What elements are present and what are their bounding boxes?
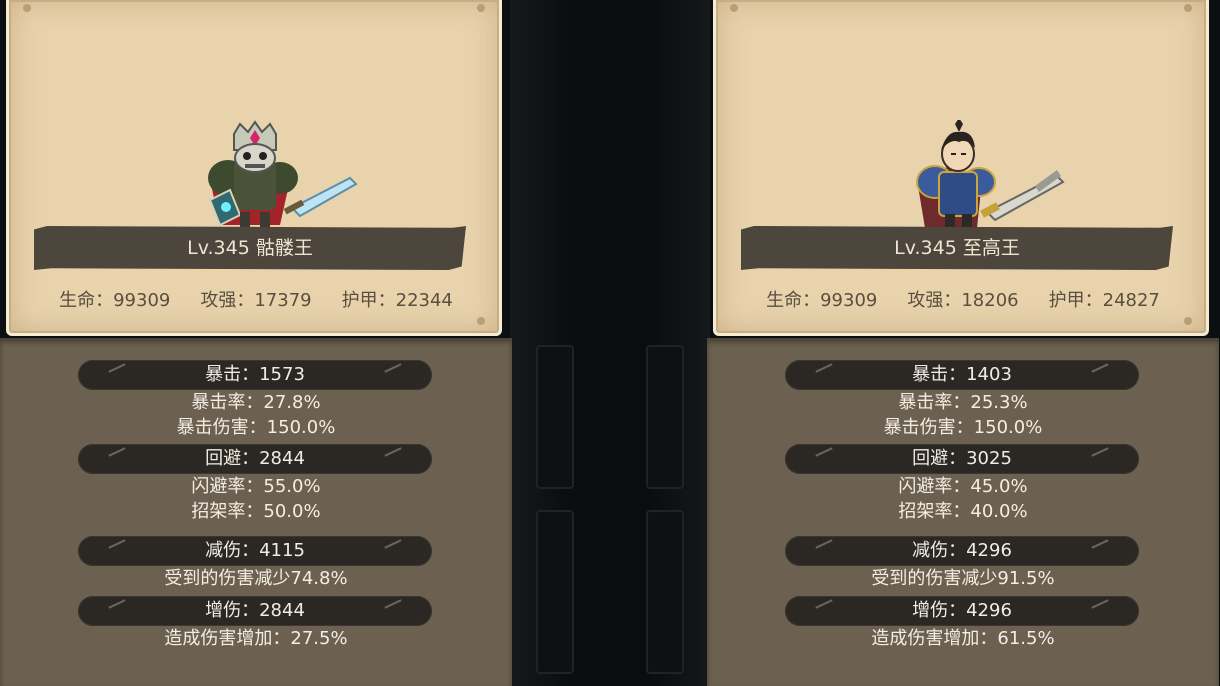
crit-header: 暴击：1573	[78, 360, 432, 390]
hero-name-bar: Lv.345 至高王	[741, 226, 1173, 270]
base-stats-row: 生命：99309 攻强：18206 护甲：24827	[707, 286, 1219, 316]
supreme-king-portrait	[916, 120, 1065, 228]
card-corner-dot	[1184, 317, 1192, 325]
card-corner-dot	[477, 4, 485, 12]
damage-boost-header: 增伤：2844	[78, 596, 432, 626]
skeleton-king-portrait	[208, 120, 358, 228]
crit-damage-line: 暴击伤害：150.0%	[883, 417, 1043, 438]
armor-stat: 护甲：24827	[1048, 290, 1160, 311]
crit-rate-line: 暴击率：25.3%	[898, 392, 1028, 413]
armor-stat: 护甲：22344	[341, 290, 453, 311]
damage-reduction-line: 受到的伤害减少91.5%	[871, 568, 1055, 589]
damage-boost-header: 增伤：4296	[785, 596, 1139, 626]
damage-boost-line: 造成伤害增加：61.5%	[871, 628, 1055, 649]
parry-rate-line: 招架率：40.0%	[898, 501, 1028, 522]
damage-reduction-line: 受到的伤害减少74.8%	[164, 568, 348, 589]
dodge-header: 回避：2844	[78, 444, 432, 474]
center-slot-left-upper	[536, 345, 574, 489]
evade-rate-line: 闪避率：45.0%	[898, 476, 1028, 497]
hp-stat: 生命：99309	[766, 290, 878, 311]
parry-rate-line: 招架率：50.0%	[191, 501, 321, 522]
center-slot-right-lower	[646, 510, 684, 674]
crit-header: 暴击：1403	[785, 360, 1139, 390]
crit-damage-line: 暴击伤害：150.0%	[176, 417, 336, 438]
base-stats-row: 生命：99309 攻强：17379 护甲：22344	[0, 286, 512, 316]
center-slot-right-upper	[646, 345, 684, 489]
left-hero-panel: Lv.345 骷髅王 生命：99309 攻强：17379 护甲：22344 暴击…	[0, 0, 512, 686]
damage-boost-line: 造成伤害增加：27.5%	[164, 628, 348, 649]
right-hero-panel: Lv.345 至高王 生命：99309 攻强：18206 护甲：24827 暴击…	[707, 0, 1219, 686]
card-corner-dot	[730, 4, 738, 12]
damage-reduction-header: 减伤：4296	[785, 536, 1139, 566]
crit-rate-line: 暴击率：27.8%	[191, 392, 321, 413]
hero-name-bar: Lv.345 骷髅王	[34, 226, 466, 270]
center-slot-left-lower	[536, 510, 574, 674]
hp-stat: 生命：99309	[59, 290, 171, 311]
damage-reduction-header: 减伤：4115	[78, 536, 432, 566]
card-corner-dot	[477, 317, 485, 325]
center-background	[510, 0, 710, 686]
card-corner-dot	[1184, 4, 1192, 12]
evade-rate-line: 闪避率：55.0%	[191, 476, 321, 497]
dodge-header: 回避：3025	[785, 444, 1139, 474]
attack-stat: 攻强：17379	[200, 290, 312, 311]
card-corner-dot	[23, 4, 31, 12]
attack-stat: 攻强：18206	[907, 290, 1019, 311]
